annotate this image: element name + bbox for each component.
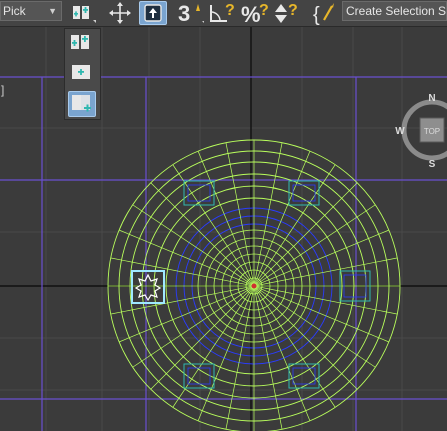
move-button[interactable] bbox=[108, 1, 132, 24]
transform-center-icon bbox=[72, 95, 91, 112]
use-center-flyout-button[interactable] bbox=[67, 1, 96, 23]
spinner-snap-icon: ? bbox=[275, 2, 298, 23]
selection-set-value: Create Selection Se bbox=[346, 4, 447, 18]
svg-text:?: ? bbox=[225, 2, 235, 19]
selected-object[interactable] bbox=[131, 270, 165, 304]
compass-west-label: W bbox=[395, 126, 405, 137]
edit-named-selection-button[interactable]: { bbox=[312, 1, 338, 26]
pivot-center-icon bbox=[71, 35, 89, 49]
snaps-toggle-button[interactable]: 3 bbox=[176, 1, 205, 26]
svg-text:{: { bbox=[313, 4, 320, 25]
move-icon bbox=[109, 2, 131, 24]
snaps-label: 3 bbox=[178, 1, 190, 25]
reference-coordinate-value: Pick bbox=[3, 4, 26, 18]
create-selection-set-dropdown[interactable]: Create Selection Se bbox=[342, 1, 447, 21]
percent-label: % bbox=[241, 2, 261, 25]
compass-south-label: S bbox=[429, 159, 436, 170]
percent-snap-button[interactable]: % ? bbox=[240, 1, 270, 27]
use-transform-coordinate-center-button[interactable] bbox=[68, 91, 96, 117]
percent-snap-icon: % ? bbox=[241, 2, 269, 27]
snaps-3d-icon: 3 bbox=[178, 1, 205, 26]
svg-text:?: ? bbox=[288, 2, 298, 19]
pivot-center-icon bbox=[73, 6, 96, 23]
use-center-flyout bbox=[64, 28, 101, 120]
pivot-point-icon bbox=[251, 283, 257, 289]
viewcube[interactable]: TOP N S W bbox=[395, 93, 447, 170]
selection-center-icon bbox=[72, 65, 90, 79]
spinner-snap-button[interactable]: ? bbox=[273, 1, 303, 23]
select-and-place-icon bbox=[144, 4, 162, 22]
reference-coordinate-dropdown[interactable]: Pick ▼ bbox=[0, 1, 62, 21]
main-toolbar: Pick ▼ 3 ? % ? ? {Create Selection Se bbox=[0, 0, 447, 27]
viewcube-face-label: TOP bbox=[424, 127, 440, 136]
viewport-label[interactable]: ] bbox=[1, 83, 4, 97]
chevron-down-icon: ▼ bbox=[48, 6, 57, 16]
angle-snap-icon: ? bbox=[210, 2, 235, 22]
compass-north-label: N bbox=[428, 93, 435, 104]
angle-snap-button[interactable]: ? bbox=[207, 1, 237, 23]
select-and-place-button[interactable] bbox=[139, 1, 167, 25]
use-pivot-point-center-button[interactable] bbox=[68, 32, 96, 58]
edit-named-selection-icon: { bbox=[313, 3, 334, 26]
use-selection-center-button[interactable] bbox=[68, 61, 96, 87]
svg-text:?: ? bbox=[259, 2, 269, 19]
guide-lines bbox=[0, 76, 447, 431]
